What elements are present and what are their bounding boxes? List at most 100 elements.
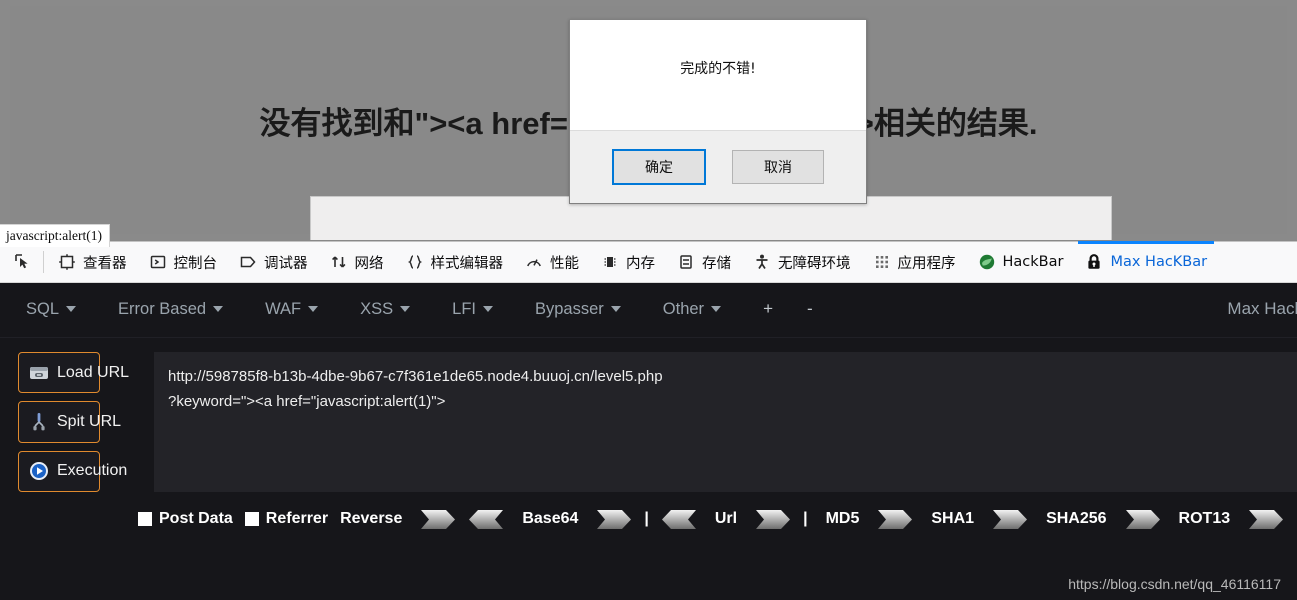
menu-error-based[interactable]: Error Based — [118, 300, 245, 319]
network-icon — [330, 253, 348, 271]
tab-application-label: 应用程序 — [897, 255, 956, 272]
tab-accessibility-label: 无障碍环境 — [778, 255, 851, 272]
tab-console-label: 控制台 — [173, 255, 218, 272]
menu-xss[interactable]: XSS — [360, 300, 432, 319]
dialog-message: 完成的不错! — [680, 61, 756, 77]
dialog-body: 完成的不错! — [570, 20, 866, 130]
tab-accessibility[interactable]: 无障碍环境 — [742, 242, 862, 282]
tab-inspector[interactable]: 查看器 — [47, 242, 138, 282]
tab-max-hackbar-label: Max HacKBar — [1110, 254, 1208, 270]
url-input-line-1: http://598785f8-b13b-4dbe-9b67-c7f361e1d… — [168, 368, 663, 385]
tab-storage-label: 存储 — [702, 255, 731, 272]
hackbar-icon — [978, 253, 996, 271]
load-url-button[interactable]: Load URL — [18, 352, 129, 394]
accessibility-icon — [753, 253, 771, 271]
md5-hash-button[interactable] — [878, 509, 913, 529]
menu-other-label: Other — [662, 299, 705, 318]
debugger-icon — [239, 253, 257, 271]
element-picker-glyph — [14, 253, 32, 271]
sha1-hash-button[interactable] — [993, 509, 1028, 529]
tab-max-hackbar[interactable]: Max HacKBar — [1074, 241, 1218, 282]
base64-encode-button[interactable] — [597, 509, 632, 529]
menu-sql-label: SQL — [26, 299, 60, 318]
add-tab-button[interactable]: + — [763, 299, 773, 319]
style-editor-icon — [406, 253, 424, 271]
tab-console[interactable]: 控制台 — [138, 242, 229, 282]
menu-bypasser[interactable]: Bypasser — [535, 300, 643, 319]
rot13-encode-button[interactable] — [1249, 509, 1284, 529]
inspector-icon — [58, 253, 76, 271]
devtools-toolbar: 查看器 控制台 调试器 网络 样式编辑器 性能 内存 存储 无障碍环境 应用程序… — [0, 241, 1297, 283]
performance-icon — [525, 253, 543, 271]
memory-icon — [601, 253, 619, 271]
separator-1: | — [644, 510, 649, 527]
rot13-label: ROT13 — [1178, 510, 1231, 527]
dialog-ok-button[interactable]: 确定 — [612, 149, 706, 185]
load-url-button-label: Load URL — [57, 363, 130, 381]
tab-memory[interactable]: 内存 — [590, 242, 666, 282]
tab-performance[interactable]: 性能 — [514, 242, 590, 282]
menu-sql[interactable]: SQL — [26, 300, 98, 319]
hackbar-main-row: Load URL Spit URL Execution http://59878… — [0, 338, 1297, 492]
post-data-label: Post Data — [159, 510, 233, 527]
tab-storage[interactable]: 存储 — [666, 242, 742, 282]
menu-other[interactable]: Other — [663, 300, 743, 319]
tab-network[interactable]: 网络 — [319, 242, 395, 282]
tab-style-editor[interactable]: 样式编辑器 — [395, 242, 515, 282]
application-icon — [873, 253, 891, 271]
status-bar-link-tooltip: javascript:alert(1) — [0, 224, 110, 247]
url-input[interactable]: http://598785f8-b13b-4dbe-9b67-c7f361e1d… — [154, 352, 1297, 492]
tab-memory-label: 内存 — [626, 255, 655, 272]
dialog-cancel-button[interactable]: 取消 — [732, 150, 824, 184]
execution-icon — [27, 459, 51, 483]
menu-bypasser-label: Bypasser — [535, 299, 604, 318]
hackbar-options-row: Post Data Referrer Reverse Base64 | Url … — [0, 498, 1297, 540]
base64-label: Base64 — [522, 510, 579, 527]
console-icon — [149, 253, 167, 271]
tab-debugger[interactable]: 调试器 — [228, 242, 319, 282]
url-encode-button[interactable] — [756, 509, 791, 529]
element-picker-icon[interactable] — [0, 242, 40, 282]
lock-icon — [1085, 253, 1103, 271]
hackbar-brand-label: Max Hack — [1227, 299, 1297, 318]
tab-inspector-label: 查看器 — [83, 255, 127, 272]
reverse-label: Reverse — [340, 510, 403, 527]
post-data-checkbox[interactable] — [138, 512, 152, 526]
sha256-label: SHA256 — [1046, 510, 1107, 527]
load-url-icon — [27, 361, 51, 385]
separator-2: | — [803, 510, 808, 527]
execution-button[interactable]: Execution — [18, 450, 127, 492]
menu-waf[interactable]: WAF — [265, 300, 340, 319]
watermark: https://blog.csdn.net/qq_46116117 — [1068, 576, 1281, 592]
chevron-down-icon — [66, 306, 77, 312]
spit-url-button-label: Spit URL — [57, 412, 122, 430]
dialog-footer: 确定 取消 — [570, 130, 866, 203]
tab-hackbar[interactable]: HackBar — [967, 242, 1075, 282]
storage-icon — [677, 253, 695, 271]
tab-performance-label: 性能 — [550, 255, 579, 272]
chevron-down-icon — [400, 306, 411, 312]
chevron-down-icon — [308, 306, 319, 312]
tab-application[interactable]: 应用程序 — [862, 242, 967, 282]
sha1-label: SHA1 — [931, 510, 975, 527]
menu-error-based-label: Error Based — [118, 299, 207, 318]
toolbar-divider — [43, 251, 44, 273]
referrer-checkbox[interactable] — [244, 512, 259, 526]
remove-tab-button[interactable]: - — [807, 299, 813, 319]
url-label: Url — [714, 510, 738, 527]
md5-label: MD5 — [825, 510, 860, 527]
menu-lfi[interactable]: LFI — [452, 300, 515, 319]
sha256-hash-button[interactable] — [1125, 509, 1160, 529]
reverse-decode-button[interactable] — [469, 509, 504, 529]
base64-decode-button[interactable] — [661, 509, 696, 529]
spit-url-button[interactable]: Spit URL — [18, 401, 121, 443]
hackbar-menubar: SQL Error Based WAF XSS LFI Bypasser Oth… — [0, 281, 1297, 338]
tab-style-editor-label: 样式编辑器 — [430, 255, 504, 272]
tab-network-label: 网络 — [354, 255, 384, 272]
menu-xss-label: XSS — [360, 299, 394, 318]
tab-hackbar-label: HackBar — [1002, 254, 1064, 270]
hackbar-action-buttons: Load URL Spit URL Execution — [0, 352, 138, 492]
url-input-line-2: ?keyword="><a href="javascript:alert(1)"… — [168, 393, 446, 410]
chevron-down-icon — [483, 306, 493, 312]
reverse-encode-button[interactable] — [421, 509, 456, 529]
